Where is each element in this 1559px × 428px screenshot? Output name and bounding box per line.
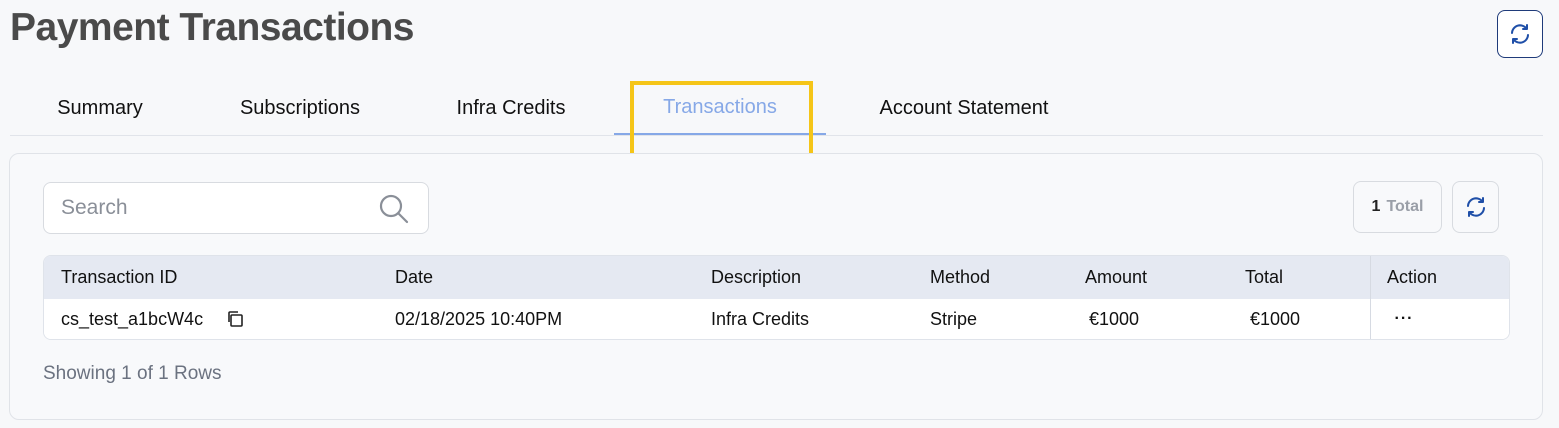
- total-label: Total: [1386, 198, 1424, 215]
- page-title: Payment Transactions: [10, 6, 415, 49]
- method-cell: Stripe: [930, 308, 978, 329]
- table-row[interactable]: cs_test_a1bcW4c 02/18/2025 10:40PM Infra…: [44, 299, 1509, 339]
- refresh-icon: [1511, 24, 1529, 44]
- rows-status: Showing 1 of 1 Rows: [43, 363, 222, 384]
- search-icon[interactable]: [378, 193, 410, 225]
- tab-subscriptions[interactable]: Subscriptions: [212, 82, 388, 135]
- table-refresh-button[interactable]: [1452, 181, 1499, 233]
- tab-bar: Summary Subscriptions Infra Credits Tran…: [10, 82, 1543, 136]
- tab-transactions[interactable]: Transactions: [614, 82, 826, 135]
- column-header-action: Action: [1387, 266, 1438, 287]
- column-header-description[interactable]: Description: [711, 256, 911, 298]
- date-cell: 02/18/2025 10:40PM: [395, 308, 563, 329]
- total-count: 1: [1371, 198, 1381, 215]
- refresh-icon: [1466, 197, 1485, 217]
- description-cell: Infra Credits: [711, 308, 810, 329]
- total-count-badge: 1 Total: [1353, 181, 1442, 233]
- column-header-date[interactable]: Date: [395, 256, 695, 298]
- total-cell: €1000: [1250, 308, 1301, 329]
- tab-account-statement[interactable]: Account Statement: [853, 82, 1075, 135]
- column-header-total[interactable]: Total: [1245, 256, 1355, 298]
- copy-icon[interactable]: [226, 310, 244, 328]
- search-box: [43, 182, 429, 234]
- column-header-transaction-id[interactable]: Transaction ID: [61, 256, 381, 298]
- transactions-panel: 1 Total Transaction ID Date Description …: [9, 153, 1543, 420]
- page-refresh-button[interactable]: [1497, 10, 1543, 58]
- search-input[interactable]: [44, 196, 364, 220]
- tab-infra-credits[interactable]: Infra Credits: [428, 82, 594, 135]
- transactions-table: Transaction ID Date Description Method A…: [43, 255, 1510, 340]
- column-divider: [1370, 256, 1371, 339]
- amount-cell: €1000: [1089, 308, 1140, 329]
- column-header-method[interactable]: Method: [930, 256, 1070, 298]
- transaction-id-cell: cs_test_a1bcW4c: [61, 308, 204, 329]
- tab-summary[interactable]: Summary: [28, 82, 172, 135]
- column-header-amount[interactable]: Amount: [1085, 256, 1225, 298]
- table-header: Transaction ID Date Description Method A…: [44, 256, 1509, 299]
- more-actions-icon[interactable]: ···: [1392, 307, 1416, 331]
